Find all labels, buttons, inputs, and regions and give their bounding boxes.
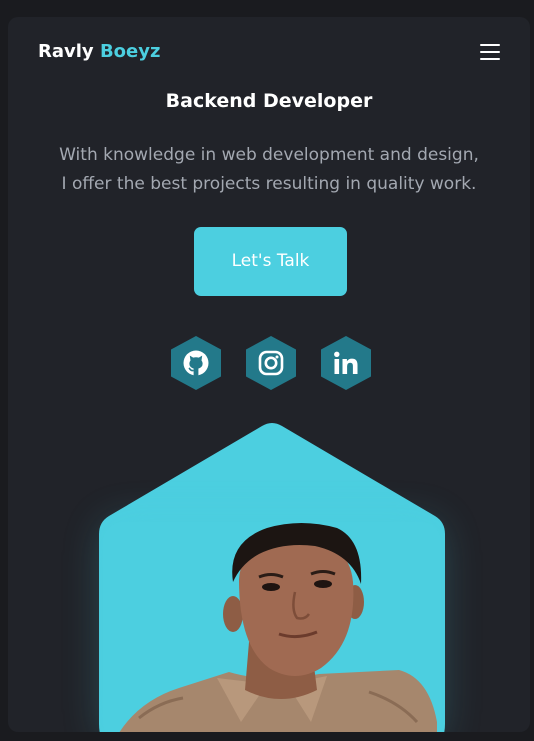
hamburger-menu-icon[interactable] xyxy=(480,43,500,61)
instagram-link[interactable] xyxy=(246,336,296,390)
portrait-glow xyxy=(103,522,441,732)
linkedin-icon xyxy=(321,336,371,390)
instagram-icon xyxy=(246,336,296,390)
github-link[interactable] xyxy=(171,336,221,390)
hero-description-line-1: With knowledge in web development and de… xyxy=(59,145,479,165)
profile-portrait xyxy=(99,422,445,732)
logo-first-word: Ravly xyxy=(38,41,94,62)
hero-description-line-2: I offer the best projects resulting in q… xyxy=(61,174,477,194)
lets-talk-button[interactable]: Let's Talk xyxy=(194,227,347,296)
github-icon xyxy=(171,336,221,390)
linkedin-link[interactable] xyxy=(321,336,371,390)
hero-description: With knowledge in web development and de… xyxy=(28,141,510,199)
page-frame: Ravly Boeyz Backend Developer With knowl… xyxy=(8,17,530,732)
site-logo[interactable]: Ravly Boeyz xyxy=(38,41,160,62)
hero-role-title: Backend Developer xyxy=(165,90,373,112)
logo-second-word: Boeyz xyxy=(99,41,161,62)
